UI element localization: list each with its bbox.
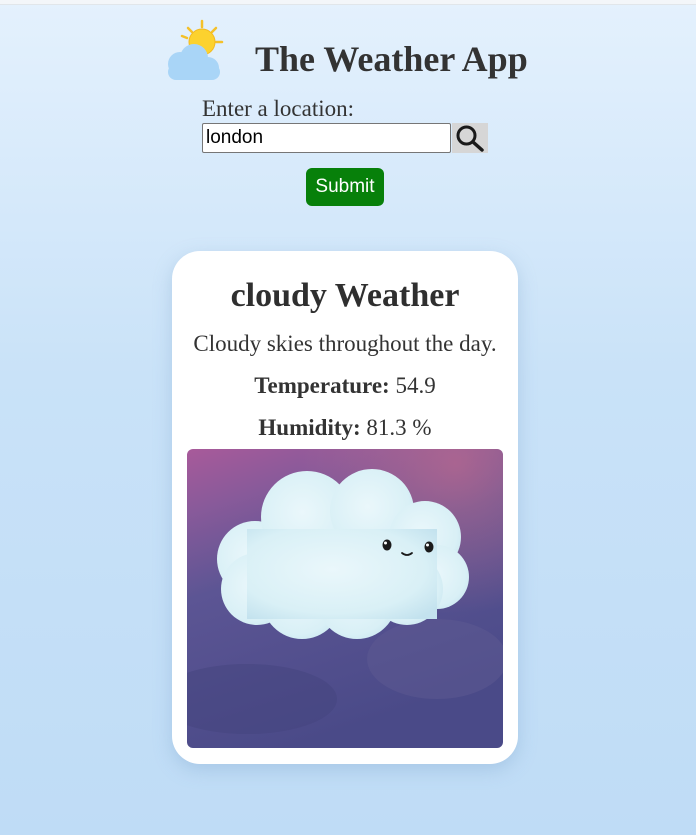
search-button[interactable] xyxy=(452,123,488,153)
app-header: The Weather App xyxy=(160,18,540,88)
sun-behind-cloud-icon xyxy=(162,18,226,82)
humidity-value: 81.3 % xyxy=(366,415,432,440)
weather-description: Cloudy skies throughout the day. xyxy=(193,331,497,356)
location-input[interactable] xyxy=(202,123,451,153)
temperature-line: Temperature: 54.9 xyxy=(172,373,518,399)
weather-title: cloudy Weather xyxy=(230,277,460,314)
location-label: Enter a location: xyxy=(202,96,354,121)
search-icon xyxy=(456,125,484,152)
app-title: The Weather App xyxy=(255,39,528,79)
weather-card: cloudy Weather Cloudy skies throughout t… xyxy=(172,251,518,764)
weather-illustration xyxy=(187,449,503,748)
temperature-label: Temperature: xyxy=(254,373,390,398)
search-form: Enter a location: xyxy=(202,96,502,153)
search-row xyxy=(202,123,492,153)
humidity-line: Humidity: 81.3 % xyxy=(172,415,518,441)
temperature-value: 54.9 xyxy=(395,373,436,398)
browser-top-strip xyxy=(0,0,696,5)
submit-button[interactable]: Submit xyxy=(306,168,384,206)
smiling-cloud-illustration xyxy=(187,449,503,748)
humidity-label: Humidity: xyxy=(258,415,361,440)
